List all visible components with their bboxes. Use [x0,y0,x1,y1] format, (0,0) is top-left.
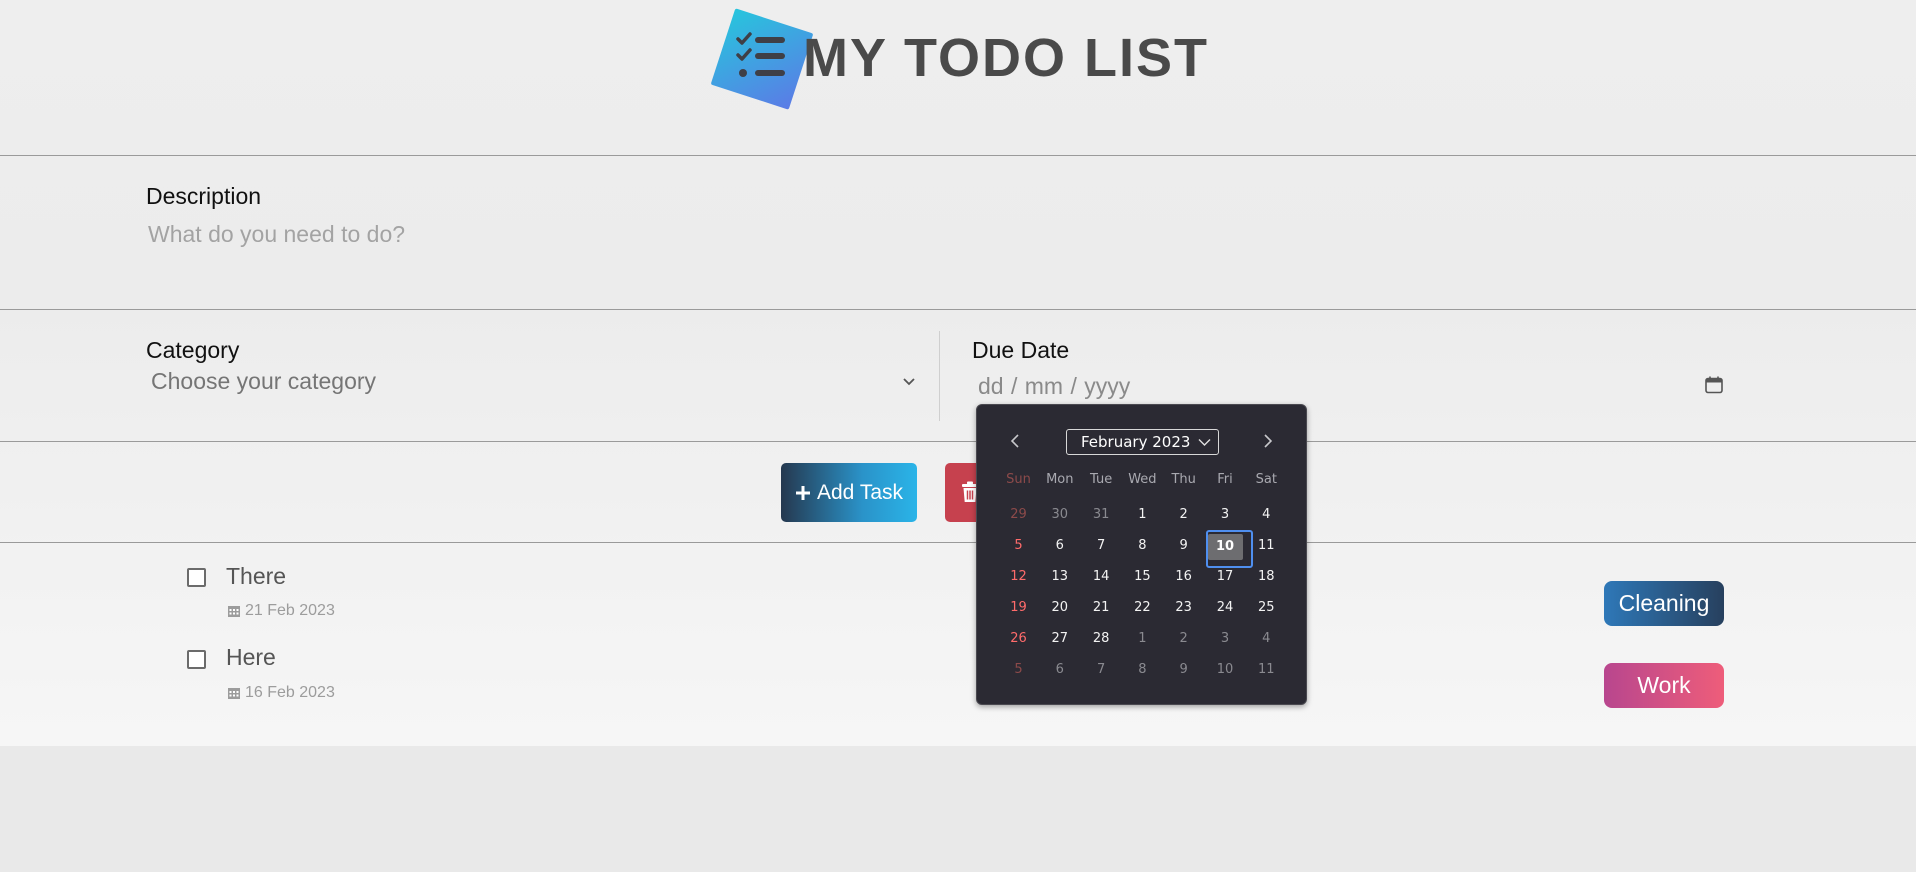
calendar-icon[interactable] [1704,375,1724,395]
calendar-day[interactable]: 23 [1163,592,1204,623]
calendar-day[interactable]: 31 [1081,499,1122,530]
month-year-select[interactable]: February 2023 [1066,429,1219,455]
weekday-label: Wed [1128,472,1157,487]
calendar-day[interactable]: 25 [1246,592,1287,623]
tag-badge: Cleaning [1604,581,1724,626]
calendar-day[interactable]: 12 [998,561,1039,592]
category-select[interactable]: Choose your category [151,368,376,395]
calendar-day[interactable]: 29 [998,499,1039,530]
calendar-day[interactable]: 16 [1163,561,1204,592]
todo-app: MY TODO LIST Description What do you nee… [0,0,1916,746]
calendar-day[interactable]: 15 [1122,561,1163,592]
calendar-day[interactable]: 1 [1122,499,1163,530]
calendar-day[interactable]: 3 [1205,623,1246,654]
todo-title: Here [226,644,276,670]
calendar-day[interactable]: 2 [1163,623,1204,654]
todo-date: 16 Feb 2023 [227,684,335,702]
calendar-icon [228,606,240,617]
todo-title: There [226,563,287,589]
due-date-input[interactable]: dd / mm / yyyy [978,373,1130,400]
calendar-day[interactable]: 5 [998,530,1039,561]
weekday-label: Thu [1171,472,1196,487]
due-date-label: Due Date [972,337,1070,363]
chevron-down-icon [1198,439,1211,446]
calendar-day[interactable]: 24 [1205,592,1246,623]
add-task-button[interactable]: Add Task [781,463,917,522]
todo-date-text: 16 Feb 2023 [245,684,335,701]
divider [0,309,1916,310]
calendar-day[interactable]: 8 [1122,530,1163,561]
weekday-label: Sun [1006,472,1031,487]
calendar-day[interactable]: 9 [1163,530,1204,561]
add-task-label: Add Task [817,480,903,504]
calendar-day[interactable]: 19 [998,592,1039,623]
calendar-day[interactable]: 17 [1205,561,1246,592]
month-year-label: February 2023 [1081,433,1191,451]
todo-date: 21 Feb 2023 [227,602,335,620]
calendar-icon [228,688,240,699]
chevron-down-icon[interactable] [902,377,916,387]
calendar-day[interactable]: 30 [1039,499,1080,530]
calendar-day[interactable]: 6 [1039,654,1080,685]
weekday-label: Fri [1217,472,1233,487]
calendar-day[interactable]: 18 [1246,561,1287,592]
todo-checkbox[interactable] [187,568,206,587]
category-label: Category [146,337,240,363]
divider [0,441,1916,442]
calendar-day[interactable]: 7 [1081,530,1122,561]
date-picker-popup: February 2023 Sun Mon Tue Wed Thu Fri Sat 29 30… [976,404,1307,705]
calendar-day[interactable]: 11 [1246,530,1287,561]
calendar-day[interactable]: 1 [1122,623,1163,654]
calendar-day[interactable]: 10 [1205,654,1246,685]
weekday-label: Sat [1255,472,1277,487]
calendar-day[interactable]: 3 [1205,499,1246,530]
calendar-day[interactable]: 9 [1163,654,1204,685]
page-title: MY TODO LIST [803,28,1210,88]
calendar-day[interactable]: 4 [1246,623,1287,654]
weekday-label: Mon [1046,472,1074,487]
todo-checkbox[interactable] [187,650,206,669]
calendar-day[interactable]: 4 [1246,499,1287,530]
calendar-day[interactable]: 2 [1163,499,1204,530]
todo-date-text: 21 Feb 2023 [245,602,335,619]
divider [0,155,1916,156]
calendar-day[interactable]: 11 [1246,654,1287,685]
calendar-day[interactable]: 27 [1039,623,1080,654]
divider [0,542,1916,543]
calendar-day-selected[interactable]: 10 [1205,530,1253,568]
calendar-day[interactable]: 7 [1081,654,1122,685]
chevron-left-icon[interactable] [1007,432,1025,450]
checklist-icon [736,32,785,77]
calendar-day[interactable]: 21 [1081,592,1122,623]
calendar-day[interactable]: 6 [1039,530,1080,561]
calendar-day[interactable]: 26 [998,623,1039,654]
calendar-day[interactable]: 14 [1081,561,1122,592]
chevron-right-icon[interactable] [1258,432,1276,450]
tag-badge: Work [1604,663,1724,708]
calendar-day[interactable]: 5 [998,654,1039,685]
calendar-day[interactable]: 13 [1039,561,1080,592]
column-divider [939,331,940,421]
calendar-day[interactable]: 8 [1122,654,1163,685]
plus-icon [796,485,810,500]
calendar-day[interactable]: 28 [1081,623,1122,654]
calendar-day[interactable]: 20 [1039,592,1080,623]
weekday-label: Tue [1089,472,1113,487]
description-input[interactable]: What do you need to do? [148,221,405,248]
calendar-day[interactable]: 22 [1122,592,1163,623]
description-label: Description [146,183,262,209]
